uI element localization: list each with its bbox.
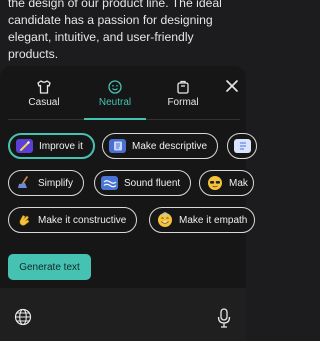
- document-icon: [234, 139, 251, 153]
- notebook-icon: [109, 139, 126, 153]
- chip-label: Make descriptive: [132, 140, 208, 152]
- magic-wand-icon: [16, 139, 33, 153]
- chip-make-it-empathetic[interactable]: Make it empath: [149, 207, 255, 233]
- broom-icon: [15, 176, 32, 190]
- waves-icon: [101, 176, 118, 190]
- chip-partial[interactable]: [227, 133, 257, 159]
- description-text: the design of our product line. The idea…: [0, 0, 246, 66]
- globe-icon[interactable]: [14, 308, 32, 326]
- waving-hand-icon: [15, 213, 32, 227]
- microphone-icon[interactable]: [217, 308, 231, 328]
- active-tab-indicator: [84, 118, 146, 120]
- chip-make-descriptive[interactable]: Make descriptive: [102, 133, 219, 159]
- chip-label: Simplify: [38, 177, 74, 189]
- keyboard-toolbar: [0, 288, 246, 341]
- smiley-icon: [108, 80, 122, 94]
- tab-label: Neutral: [98, 97, 132, 108]
- chip-improve-it[interactable]: Improve it: [8, 133, 95, 159]
- description-line: the design of our product line. The idea…: [8, 0, 222, 10]
- chip-label: Make it empath: [179, 214, 248, 226]
- tab-label: Formal: [167, 97, 199, 108]
- chip-simplify[interactable]: Simplify: [8, 170, 85, 196]
- smiling-face-icon: [156, 212, 173, 227]
- tab-neutral[interactable]: Neutral: [87, 79, 143, 108]
- tab-label: Casual: [28, 97, 60, 108]
- sunglasses-icon: [206, 176, 223, 190]
- chip-sound-fluent[interactable]: Sound fluent: [94, 170, 192, 196]
- chip-make-cool[interactable]: Mak: [199, 170, 254, 196]
- briefcase-icon: [177, 80, 189, 94]
- chip-make-it-constructive[interactable]: Make it constructive: [8, 207, 138, 233]
- description-line: elegant, intuitive, and user-friendly pr…: [8, 30, 194, 61]
- tshirt-icon: [37, 80, 51, 94]
- rewrite-panel: Casual Neutral Formal Improve it Make de…: [0, 66, 257, 288]
- chip-label: Sound fluent: [124, 177, 181, 189]
- chip-label: Make it constructive: [38, 214, 127, 226]
- description-line: candidate has a passion for designing: [8, 13, 213, 27]
- tab-formal[interactable]: Formal: [155, 79, 211, 108]
- generate-text-button[interactable]: Generate text: [8, 254, 91, 280]
- chip-label: Mak: [229, 177, 248, 189]
- chip-label: Improve it: [39, 140, 83, 152]
- close-icon[interactable]: [224, 78, 240, 94]
- tab-casual[interactable]: Casual: [16, 79, 72, 108]
